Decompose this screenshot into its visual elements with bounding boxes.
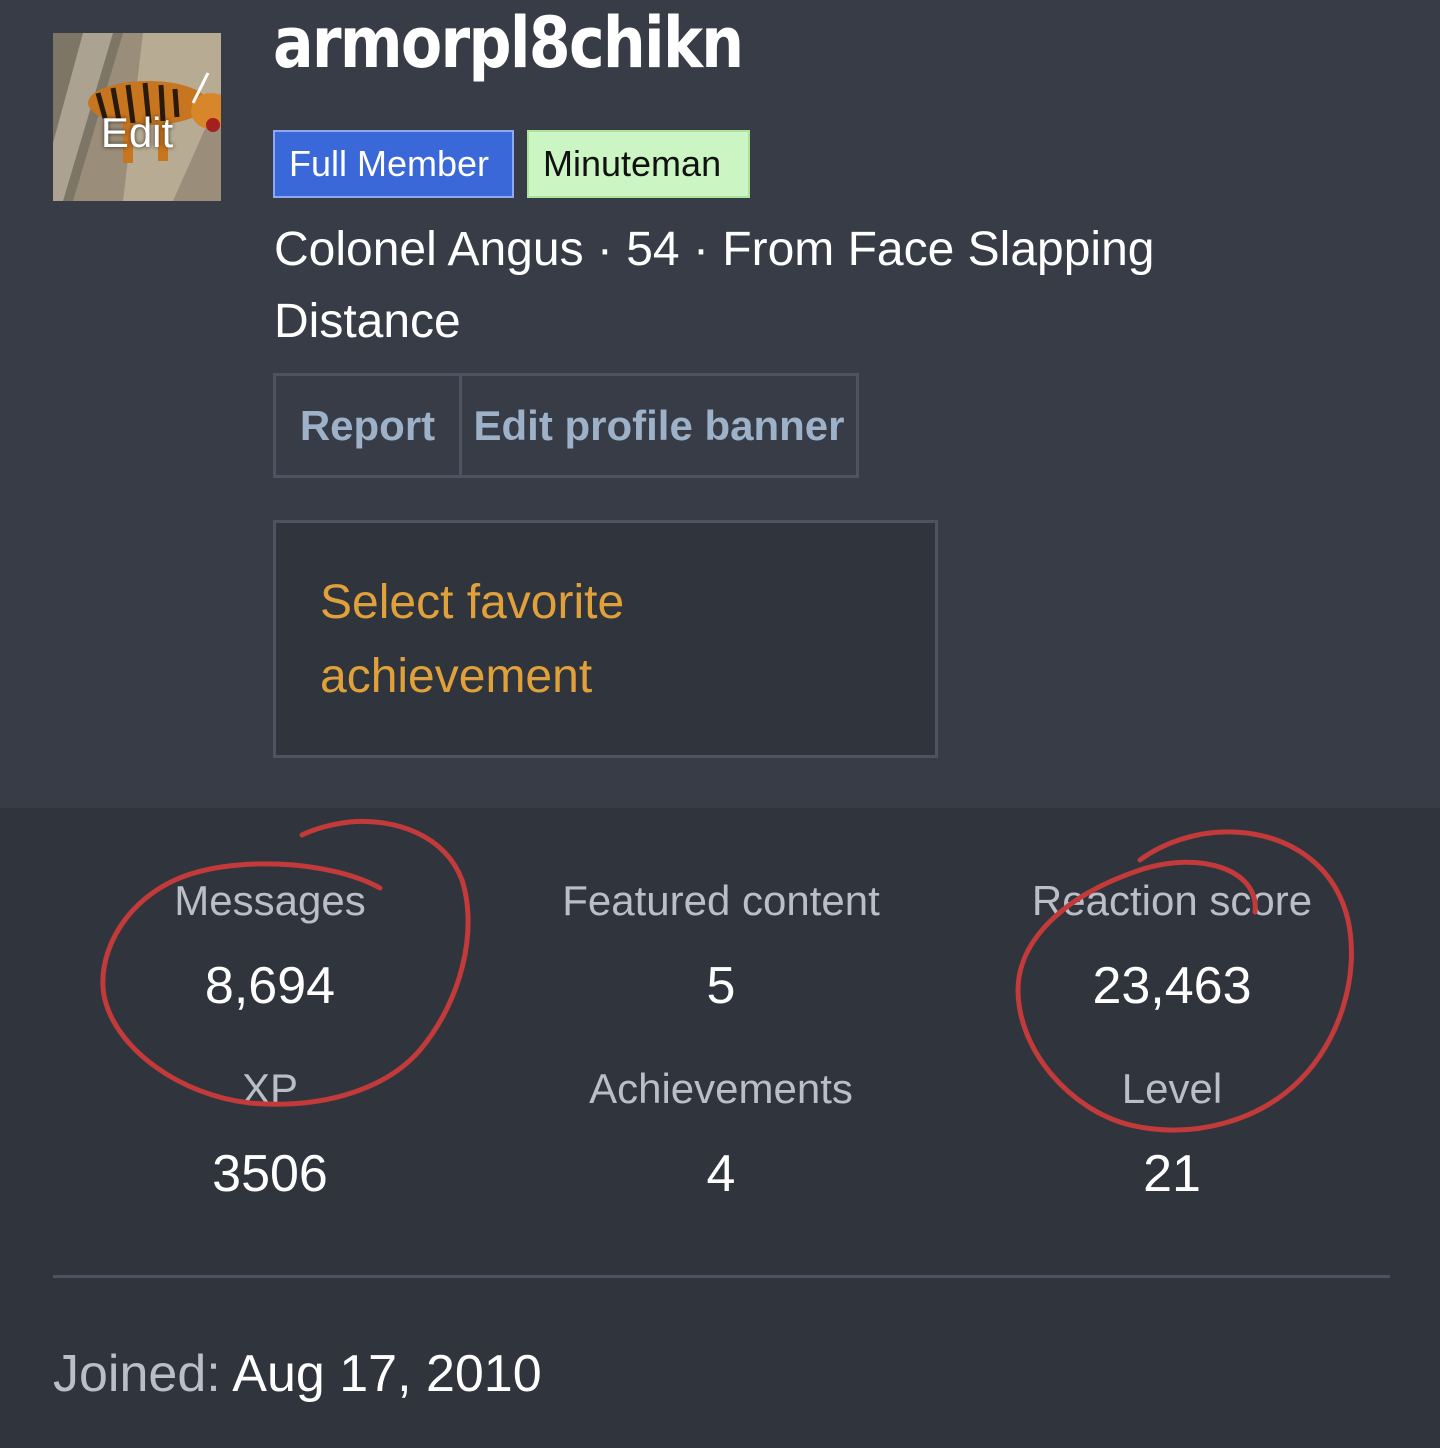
favorite-achievement-box: Select favorite achievement [273, 520, 938, 758]
stat-value: 23,463 [1092, 957, 1252, 1015]
stat-label: XP [241, 1065, 299, 1112]
edit-profile-banner-button[interactable]: Edit profile banner [462, 376, 856, 475]
profile-action-buttons: Report Edit profile banner [273, 373, 859, 478]
stat-value: 3506 [212, 1145, 328, 1203]
stat-xp[interactable]: XP 3506 [40, 1064, 500, 1204]
joined-date: Joined: Aug 17, 2010 [53, 1342, 542, 1406]
report-button[interactable]: Report [276, 376, 462, 475]
divider [53, 1275, 1390, 1278]
stat-value: 21 [1143, 1145, 1201, 1203]
user-blurb: Colonel Angus · 54 · From Face Slapping … [274, 223, 1155, 348]
select-favorite-achievement-link[interactable]: Select favorite achievement [320, 566, 880, 714]
stat-level[interactable]: Level 21 [942, 1064, 1402, 1204]
stat-value: 4 [706, 1145, 736, 1203]
stat-featured-content[interactable]: Featured content 5 [491, 876, 951, 1016]
stat-label: Featured content [562, 877, 880, 924]
stat-reaction-score[interactable]: Reaction score 23,463 [942, 876, 1402, 1016]
stat-label: Level [1121, 1065, 1223, 1112]
username: armorpl8chikn [273, 2, 744, 84]
joined-value: Aug 17, 2010 [232, 1345, 542, 1403]
stat-value: 5 [706, 957, 736, 1015]
joined-label: Joined: [53, 1345, 221, 1403]
stat-label: Reaction score [1031, 877, 1313, 924]
stat-label: Messages [174, 877, 366, 924]
avatar-edit-label[interactable]: Edit [53, 109, 221, 157]
avatar[interactable]: Edit [53, 33, 221, 201]
stat-achievements[interactable]: Achievements 4 [491, 1064, 951, 1204]
stat-label: Achievements [589, 1065, 853, 1112]
badge-minuteman: Minuteman [527, 130, 750, 198]
stat-messages[interactable]: Messages 8,694 [40, 876, 500, 1016]
badge-full-member: Full Member [273, 130, 514, 198]
stat-value: 8,694 [204, 957, 336, 1015]
